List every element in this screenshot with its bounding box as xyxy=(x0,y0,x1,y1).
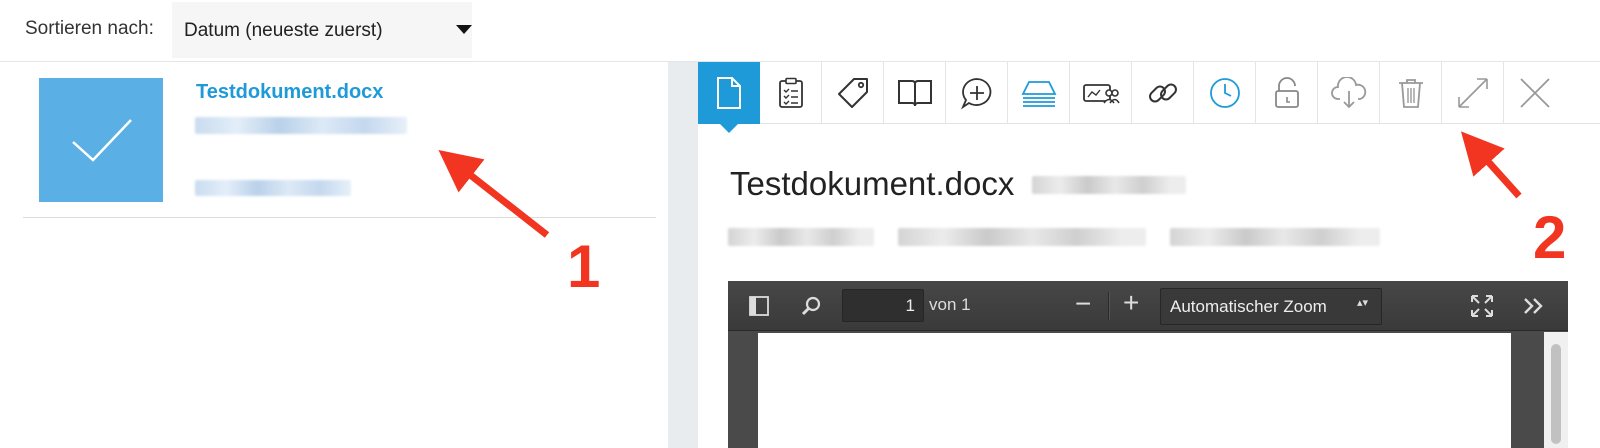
annotation-number-1: 1 xyxy=(567,233,601,300)
annotation-number-2: 2 xyxy=(1533,204,1567,271)
annotation-arrow-1 xyxy=(438,150,550,238)
annotation-arrows xyxy=(438,131,1522,238)
annotation-arrow-2 xyxy=(1460,131,1522,199)
